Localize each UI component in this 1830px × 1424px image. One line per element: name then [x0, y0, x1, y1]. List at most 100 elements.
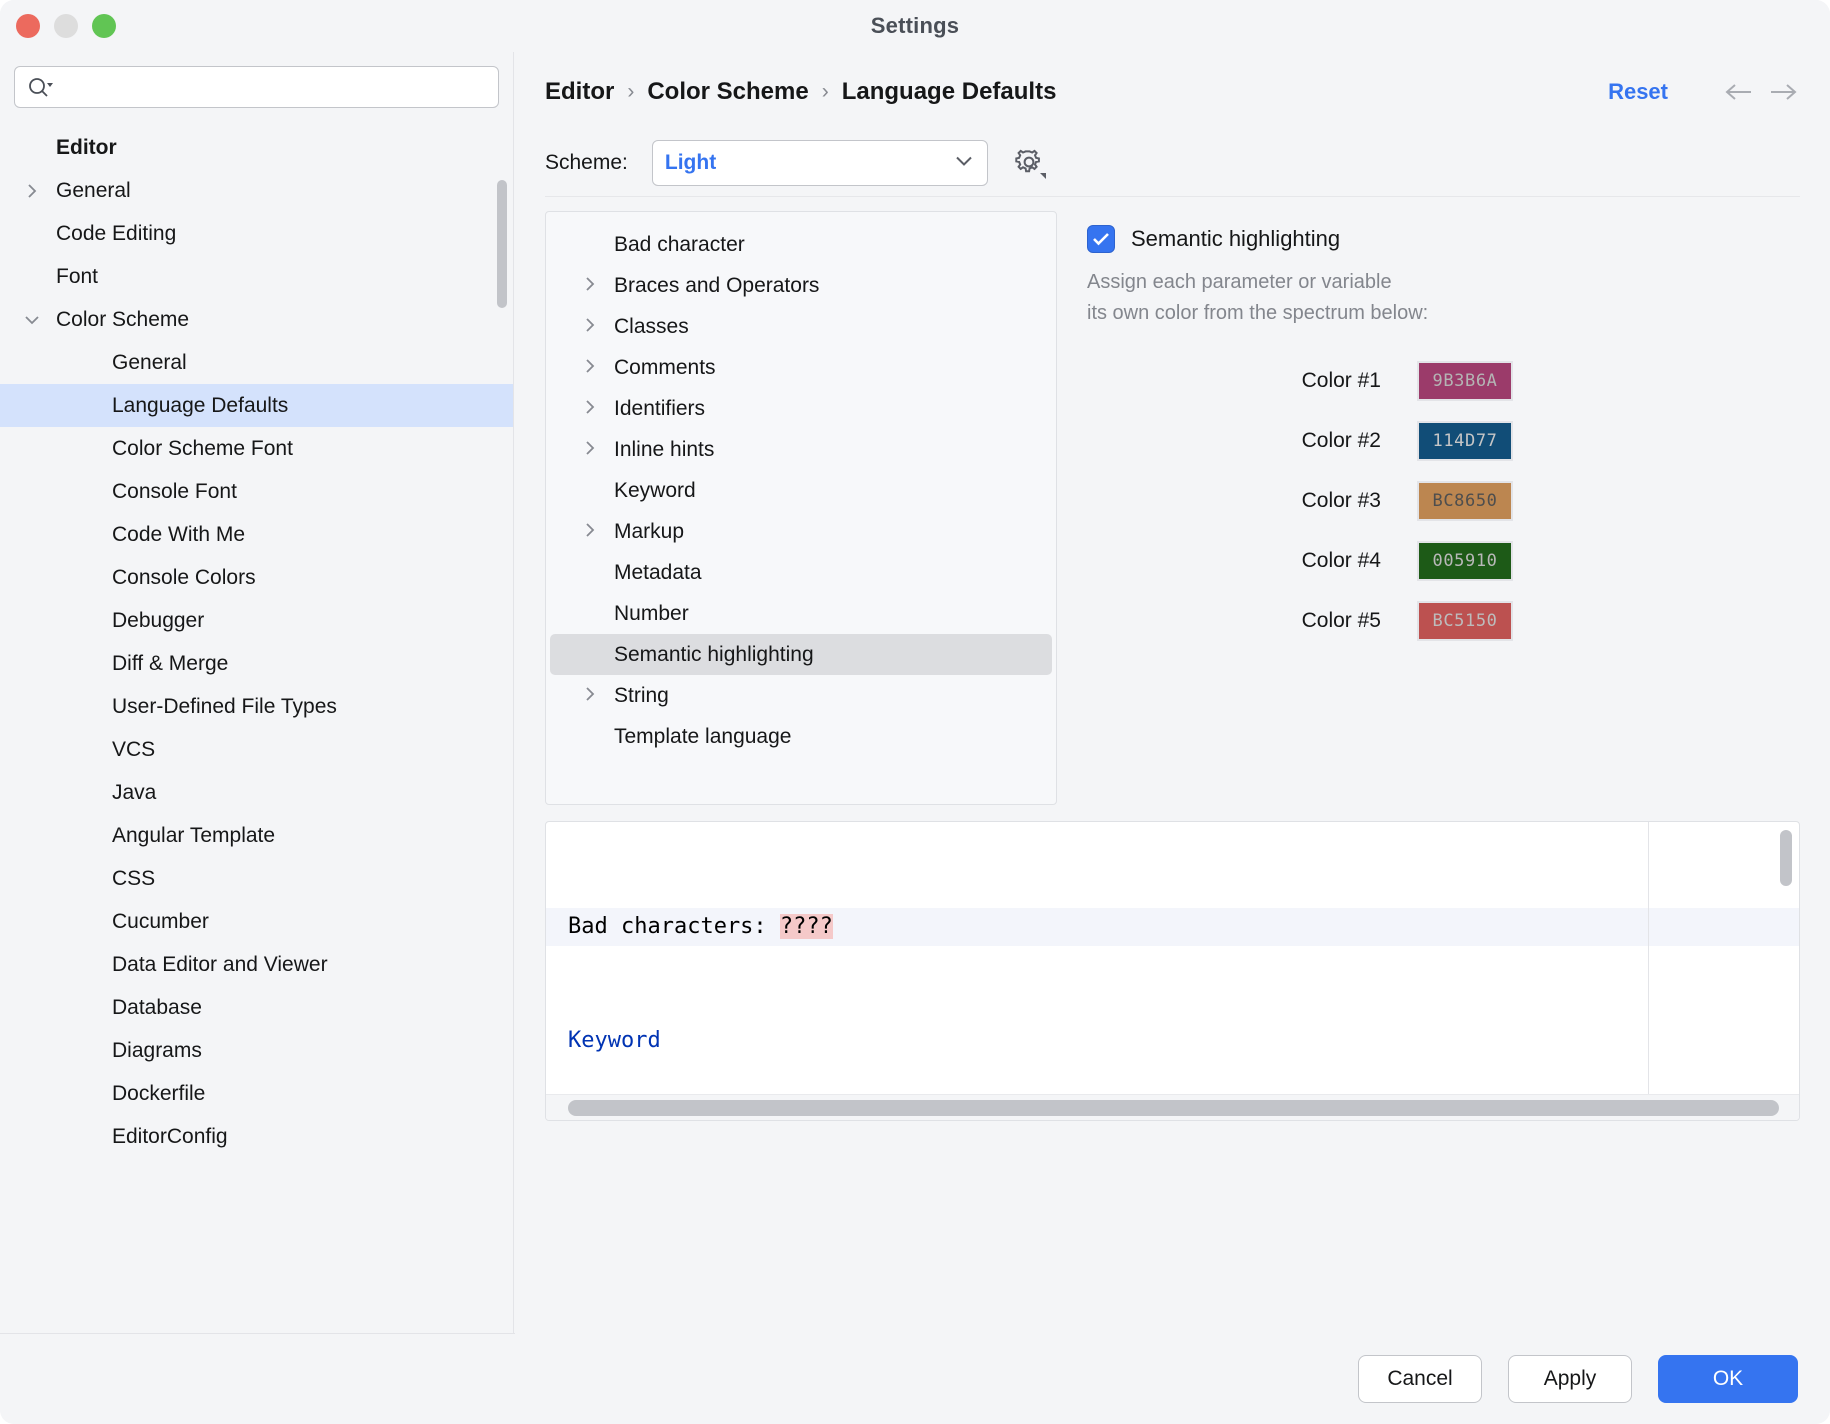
semantic-hint-line2: its own color from the spectrum below:	[1087, 302, 1429, 324]
title-bar: Settings	[0, 0, 1830, 52]
sidebar-item-font[interactable]: Font	[0, 255, 513, 298]
sidebar-item-color-scheme[interactable]: Color Scheme	[0, 298, 513, 341]
semantic-color-row: Color #5 BC5150	[1087, 591, 1800, 651]
sidebar-item-label: Data Editor and Viewer	[112, 952, 328, 976]
sidebar-item-label: CSS	[112, 866, 156, 890]
arrow-right-icon[interactable]	[1764, 74, 1800, 110]
chevron-right-icon[interactable]	[582, 356, 598, 380]
attribute-item-label: Keyword	[614, 478, 696, 502]
sidebar-item-code-with-me[interactable]: Code With Me	[0, 513, 513, 556]
semantic-color-swatch[interactable]: BC8650	[1417, 481, 1513, 521]
breadcrumb-item-editor[interactable]: Editor	[545, 78, 614, 106]
attribute-item-template-language[interactable]: Template language	[550, 716, 1052, 757]
breadcrumb-separator: ›	[627, 80, 635, 103]
minimize-window-button[interactable]	[54, 14, 78, 38]
sidebar-item-color-scheme-font[interactable]: Color Scheme Font	[0, 427, 513, 470]
attribute-item-braces-and-operators[interactable]: Braces and Operators	[550, 265, 1052, 306]
semantic-color-swatch[interactable]: 005910	[1417, 541, 1513, 581]
sidebar-item-label: User-Defined File Types	[112, 694, 337, 718]
sidebar-item-console-colors[interactable]: Console Colors	[0, 556, 513, 599]
arrow-left-icon[interactable]	[1722, 74, 1758, 110]
attribute-item-keyword[interactable]: Keyword	[550, 470, 1052, 511]
attribute-item-semantic-highlighting[interactable]: Semantic highlighting	[550, 634, 1052, 675]
apply-button[interactable]: Apply	[1508, 1355, 1632, 1403]
ok-button[interactable]: OK	[1658, 1355, 1798, 1403]
semantic-color-swatch[interactable]: 114D77	[1417, 421, 1513, 461]
preview-line-keyword: Keyword	[568, 1022, 1799, 1060]
sidebar-scrollbar-thumb[interactable]	[497, 180, 507, 308]
sidebar-item-database[interactable]: Database	[0, 986, 513, 1029]
sidebar-item-code-editing[interactable]: Code Editing	[0, 212, 513, 255]
chevron-right-icon[interactable]	[582, 397, 598, 421]
settings-content: Editor › Color Scheme › Language Default…	[515, 52, 1830, 1334]
attribute-item-label: Classes	[614, 314, 689, 338]
sidebar-item-language-defaults[interactable]: Language Defaults	[0, 384, 513, 427]
sidebar-item-console-font[interactable]: Console Font	[0, 470, 513, 513]
chevron-right-icon[interactable]	[582, 438, 598, 462]
search-box[interactable]	[14, 66, 499, 108]
attribute-item-label: Number	[614, 601, 689, 625]
preview-vertical-scrollbar-thumb[interactable]	[1780, 830, 1792, 886]
sidebar-item-label: Code With Me	[112, 522, 246, 546]
semantic-color-row: Color #1 9B3B6A	[1087, 351, 1800, 411]
search-icon	[27, 76, 53, 98]
sidebar-item-angular-template[interactable]: Angular Template	[0, 814, 513, 857]
attribute-item-label: Braces and Operators	[614, 273, 820, 297]
attribute-item-identifiers[interactable]: Identifiers	[550, 388, 1052, 429]
search-input[interactable]	[15, 67, 498, 107]
sidebar-item-diff-merge[interactable]: Diff & Merge	[0, 642, 513, 685]
attribute-item-classes[interactable]: Classes	[550, 306, 1052, 347]
attribute-item-bad-character[interactable]: Bad character	[550, 224, 1052, 265]
attribute-item-number[interactable]: Number	[550, 593, 1052, 634]
reset-button[interactable]: Reset	[1608, 79, 1668, 105]
sidebar-item-label: Angular Template	[112, 823, 276, 847]
sidebar-item-label: Color Scheme Font	[112, 436, 293, 460]
sidebar-item-editor[interactable]: Editor	[0, 126, 513, 169]
sidebar-item-cucumber[interactable]: Cucumber	[0, 900, 513, 943]
chevron-down-icon[interactable]	[22, 310, 42, 330]
gear-icon[interactable]	[1010, 143, 1050, 183]
sidebar-item-java[interactable]: Java	[0, 771, 513, 814]
attribute-item-label: Semantic highlighting	[614, 642, 814, 666]
attribute-item-markup[interactable]: Markup	[550, 511, 1052, 552]
chevron-right-icon[interactable]	[582, 684, 598, 708]
sidebar-item-diagrams[interactable]: Diagrams	[0, 1029, 513, 1072]
sidebar-item-vcs[interactable]: VCS	[0, 728, 513, 771]
chevron-down-icon	[953, 154, 975, 173]
scheme-select[interactable]: Light	[651, 140, 988, 186]
sidebar-item-general[interactable]: General	[0, 341, 513, 384]
attribute-item-label: Comments	[614, 355, 716, 379]
attribute-item-inline-hints[interactable]: Inline hints	[550, 429, 1052, 470]
attribute-item-string[interactable]: String	[550, 675, 1052, 716]
semantic-color-swatch[interactable]: 9B3B6A	[1417, 361, 1513, 401]
sidebar-item-user-defined-file-types[interactable]: User-Defined File Types	[0, 685, 513, 728]
breadcrumb-item-color-scheme[interactable]: Color Scheme	[647, 78, 808, 106]
code-preview[interactable]: Bad characters: ???? Keyword Identifier …	[545, 821, 1800, 1121]
sidebar-item-label: Language Defaults	[112, 393, 289, 417]
sidebar-item-debugger[interactable]: Debugger	[0, 599, 513, 642]
sidebar-item-dockerfile[interactable]: Dockerfile	[0, 1072, 513, 1115]
search-area	[0, 52, 513, 118]
sidebar-item-editorconfig[interactable]: EditorConfig	[0, 1115, 513, 1158]
preview-horizontal-scrollbar[interactable]	[546, 1094, 1799, 1120]
attribute-item-label: Template language	[614, 724, 792, 748]
chevron-right-icon[interactable]	[582, 315, 598, 339]
cancel-button[interactable]: Cancel	[1358, 1355, 1482, 1403]
sidebar-item-label: Database	[112, 995, 202, 1019]
attribute-item-metadata[interactable]: Metadata	[550, 552, 1052, 593]
sidebar-item-general[interactable]: General	[0, 169, 513, 212]
sidebar-item-data-editor-and-viewer[interactable]: Data Editor and Viewer	[0, 943, 513, 986]
window-controls	[16, 14, 116, 38]
semantic-color-swatch[interactable]: BC5150	[1417, 601, 1513, 641]
preview-horizontal-scrollbar-thumb[interactable]	[568, 1100, 1779, 1116]
sidebar-item-css[interactable]: CSS	[0, 857, 513, 900]
maximize-window-button[interactable]	[92, 14, 116, 38]
sidebar-item-label: Font	[56, 264, 99, 288]
attribute-item-comments[interactable]: Comments	[550, 347, 1052, 388]
chevron-right-icon[interactable]	[22, 181, 42, 201]
close-window-button[interactable]	[16, 14, 40, 38]
chevron-right-icon[interactable]	[582, 274, 598, 298]
semantic-highlighting-label: Semantic highlighting	[1131, 226, 1341, 251]
chevron-right-icon[interactable]	[582, 520, 598, 544]
semantic-highlighting-checkbox[interactable]	[1087, 225, 1115, 253]
